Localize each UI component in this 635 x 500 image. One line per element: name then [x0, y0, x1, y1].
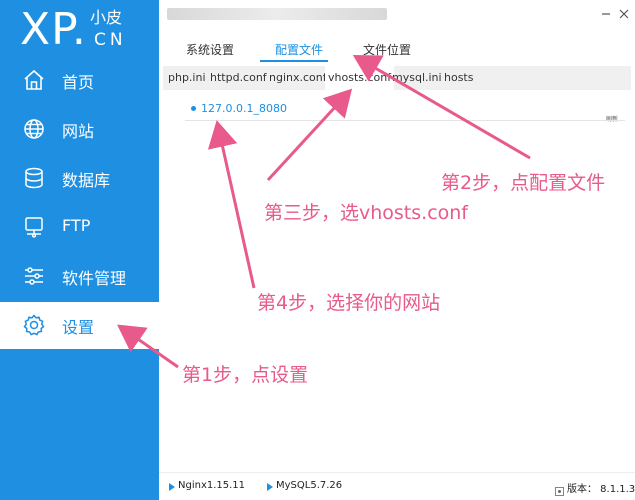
play-icon	[169, 483, 175, 491]
status-bar: Nginx1.15.11 MySQL5.7.26 版本： 8.1.1.3	[159, 472, 635, 500]
annotation-step1: 第1步，点设置	[182, 364, 309, 386]
mysql-status: MySQL5.7.26	[276, 480, 343, 491]
tab-file-locations[interactable]: 文件位置	[363, 41, 411, 58]
database-icon	[22, 166, 46, 190]
app-window: XP. 小皮 CN 首页 网站 数据库 FTP 软件管理 设置 系统设置 配置文…	[0, 0, 635, 500]
info-icon	[555, 481, 564, 496]
tab-config-files[interactable]: 配置文件	[275, 41, 323, 58]
subtab-vhosts-conf[interactable]: vhosts.conf	[325, 66, 395, 90]
sidebar-item-label: 软件管理	[62, 269, 127, 288]
sidebar-nav: 首页 网站 数据库 FTP 软件管理 设置	[0, 57, 159, 349]
play-icon	[267, 483, 273, 491]
logo-subtitle: 小皮	[90, 8, 123, 27]
sliders-icon	[22, 264, 46, 288]
subtab-mysql-ini[interactable]: mysql.ini	[392, 71, 442, 84]
gear-icon	[22, 313, 46, 337]
sidebar-item-label: FTP	[62, 216, 91, 235]
refresh-button[interactable]: 刷新	[606, 114, 618, 123]
ftp-server-icon	[22, 215, 46, 239]
sidebar-item-label: 设置	[62, 318, 95, 337]
tab-system-settings[interactable]: 系统设置	[186, 41, 234, 58]
sidebar-item-ftp[interactable]: FTP	[0, 204, 159, 251]
subtab-httpd-conf[interactable]: httpd.conf	[210, 71, 267, 84]
site-bullet	[191, 106, 196, 111]
annotation-step3: 第三步，选vhosts.conf	[264, 202, 468, 224]
subtab-hosts[interactable]: hosts	[444, 71, 473, 84]
sidebar-item-database[interactable]: 数据库	[0, 155, 159, 202]
blurred-title	[167, 8, 387, 20]
globe-icon	[22, 117, 46, 141]
annotation-step2: 第2步，点配置文件	[441, 172, 606, 194]
sidebar-item-website[interactable]: 网站	[0, 106, 159, 153]
logo-domain: CN	[94, 30, 127, 50]
subtab-nginx-conf[interactable]: nginx.conf	[269, 71, 327, 84]
logo: XP. 小皮 CN	[0, 0, 159, 58]
active-tab-indicator	[260, 60, 328, 62]
settings-tabs: 系统设置 配置文件 文件位置	[159, 36, 635, 62]
home-icon	[22, 68, 46, 92]
logo-mark: XP.	[20, 4, 87, 55]
version-label: 版本： 8.1.1.3	[567, 484, 635, 495]
sidebar-item-home[interactable]: 首页	[0, 57, 159, 104]
title-bar	[159, 0, 635, 30]
close-icon[interactable]	[617, 6, 631, 20]
sidebar-item-settings[interactable]: 设置	[0, 302, 159, 349]
sidebar: XP. 小皮 CN 首页 网站 数据库 FTP 软件管理 设置	[0, 0, 159, 500]
sidebar-item-label: 网站	[62, 122, 95, 141]
annotation-step4: 第4步，选择你的网站	[257, 292, 441, 314]
divider	[185, 120, 625, 121]
minimize-icon[interactable]	[599, 6, 613, 20]
sidebar-item-software[interactable]: 软件管理	[0, 253, 159, 300]
subtab-php-ini[interactable]: php.ini	[168, 71, 206, 84]
sidebar-item-label: 数据库	[62, 171, 111, 190]
step4-arrow	[207, 120, 256, 289]
sidebar-item-label: 首页	[62, 73, 95, 92]
nginx-status: Nginx1.15.11	[178, 480, 246, 491]
config-file-tabs: php.ini httpd.conf nginx.conf vhosts.con…	[163, 66, 631, 90]
site-list-item[interactable]: 127.0.0.1_8080	[201, 102, 287, 115]
